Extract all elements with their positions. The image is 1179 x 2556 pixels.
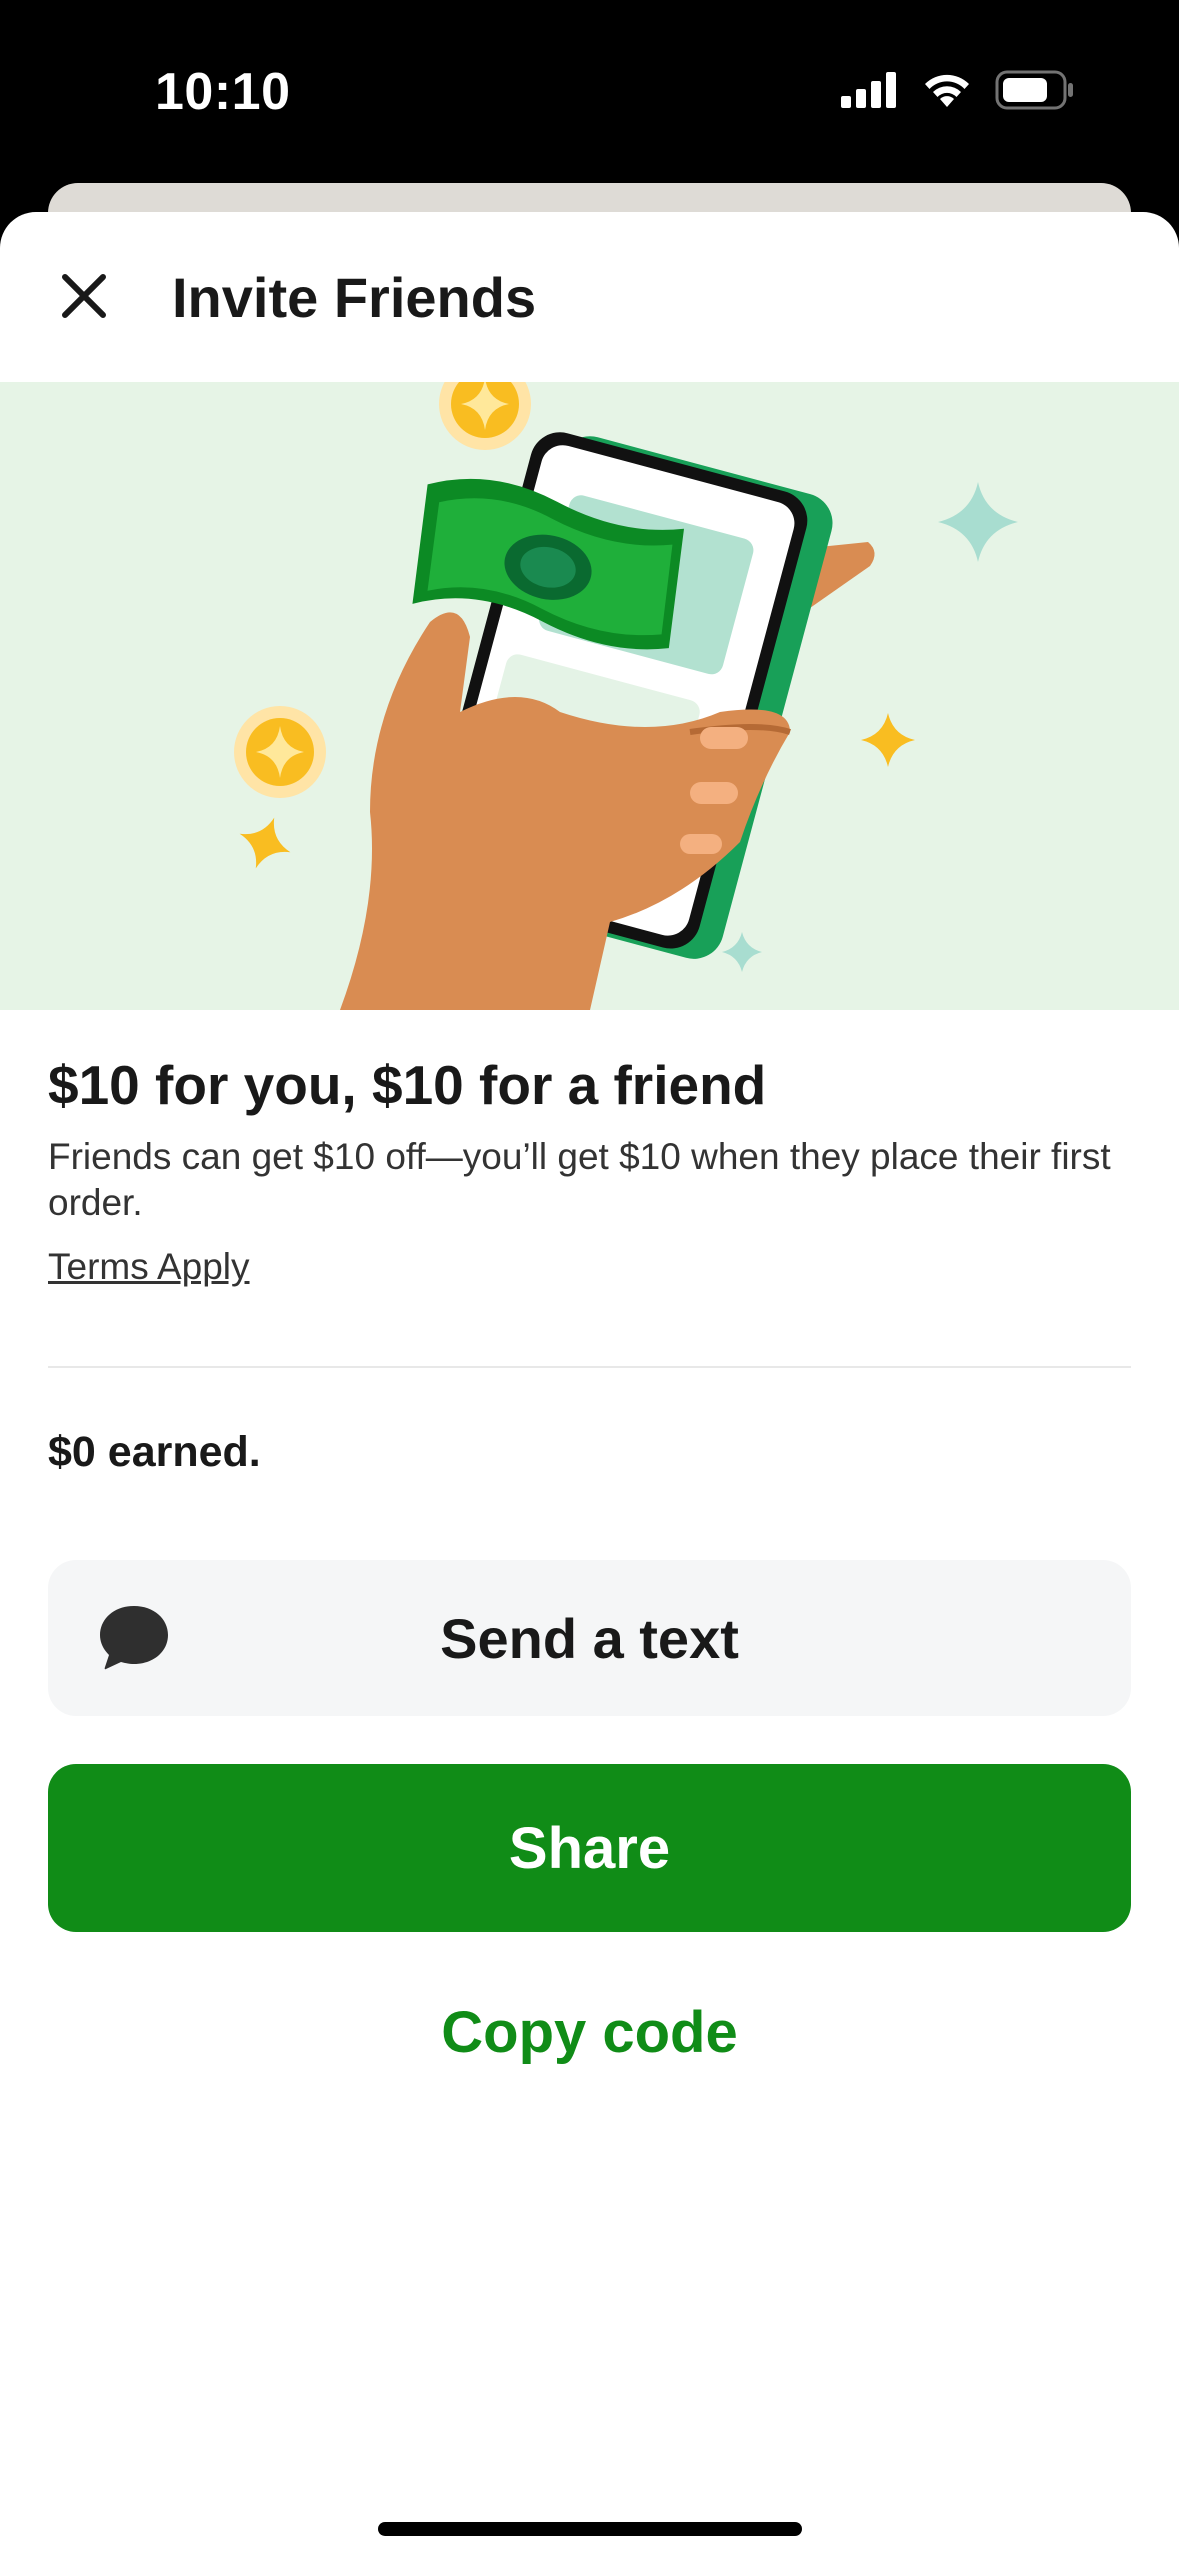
- terms-apply-link[interactable]: Terms Apply: [48, 1244, 250, 1290]
- divider: [48, 1366, 1131, 1368]
- status-icons: [841, 70, 1075, 115]
- send-text-label: Send a text: [440, 1606, 739, 1670]
- earned-amount: $0 earned.: [48, 1428, 261, 1476]
- share-button[interactable]: Share: [48, 1764, 1131, 1932]
- cellular-signal-icon: [841, 72, 899, 113]
- close-icon: [59, 271, 109, 326]
- promo-title: $10 for you, $10 for a friend: [48, 1054, 767, 1116]
- home-indicator: [378, 2522, 802, 2536]
- battery-icon: [995, 70, 1075, 115]
- send-text-button[interactable]: Send a text: [48, 1560, 1131, 1716]
- hero-illustration: [0, 382, 1179, 1010]
- wifi-icon: [921, 71, 973, 114]
- sheet-header: Invite Friends: [0, 212, 1179, 382]
- status-bar: 10:10: [0, 0, 1179, 180]
- invite-sheet: Invite Friends $10 for you, $10 for a fr…: [0, 212, 1179, 2556]
- page-title: Invite Friends: [172, 266, 537, 329]
- status-time: 10:10: [155, 63, 291, 121]
- copy-code-button[interactable]: Copy code: [48, 1982, 1131, 2082]
- close-button[interactable]: [48, 262, 120, 334]
- promo-description: Friends can get $10 off—you’ll get $10 w…: [48, 1136, 1111, 1223]
